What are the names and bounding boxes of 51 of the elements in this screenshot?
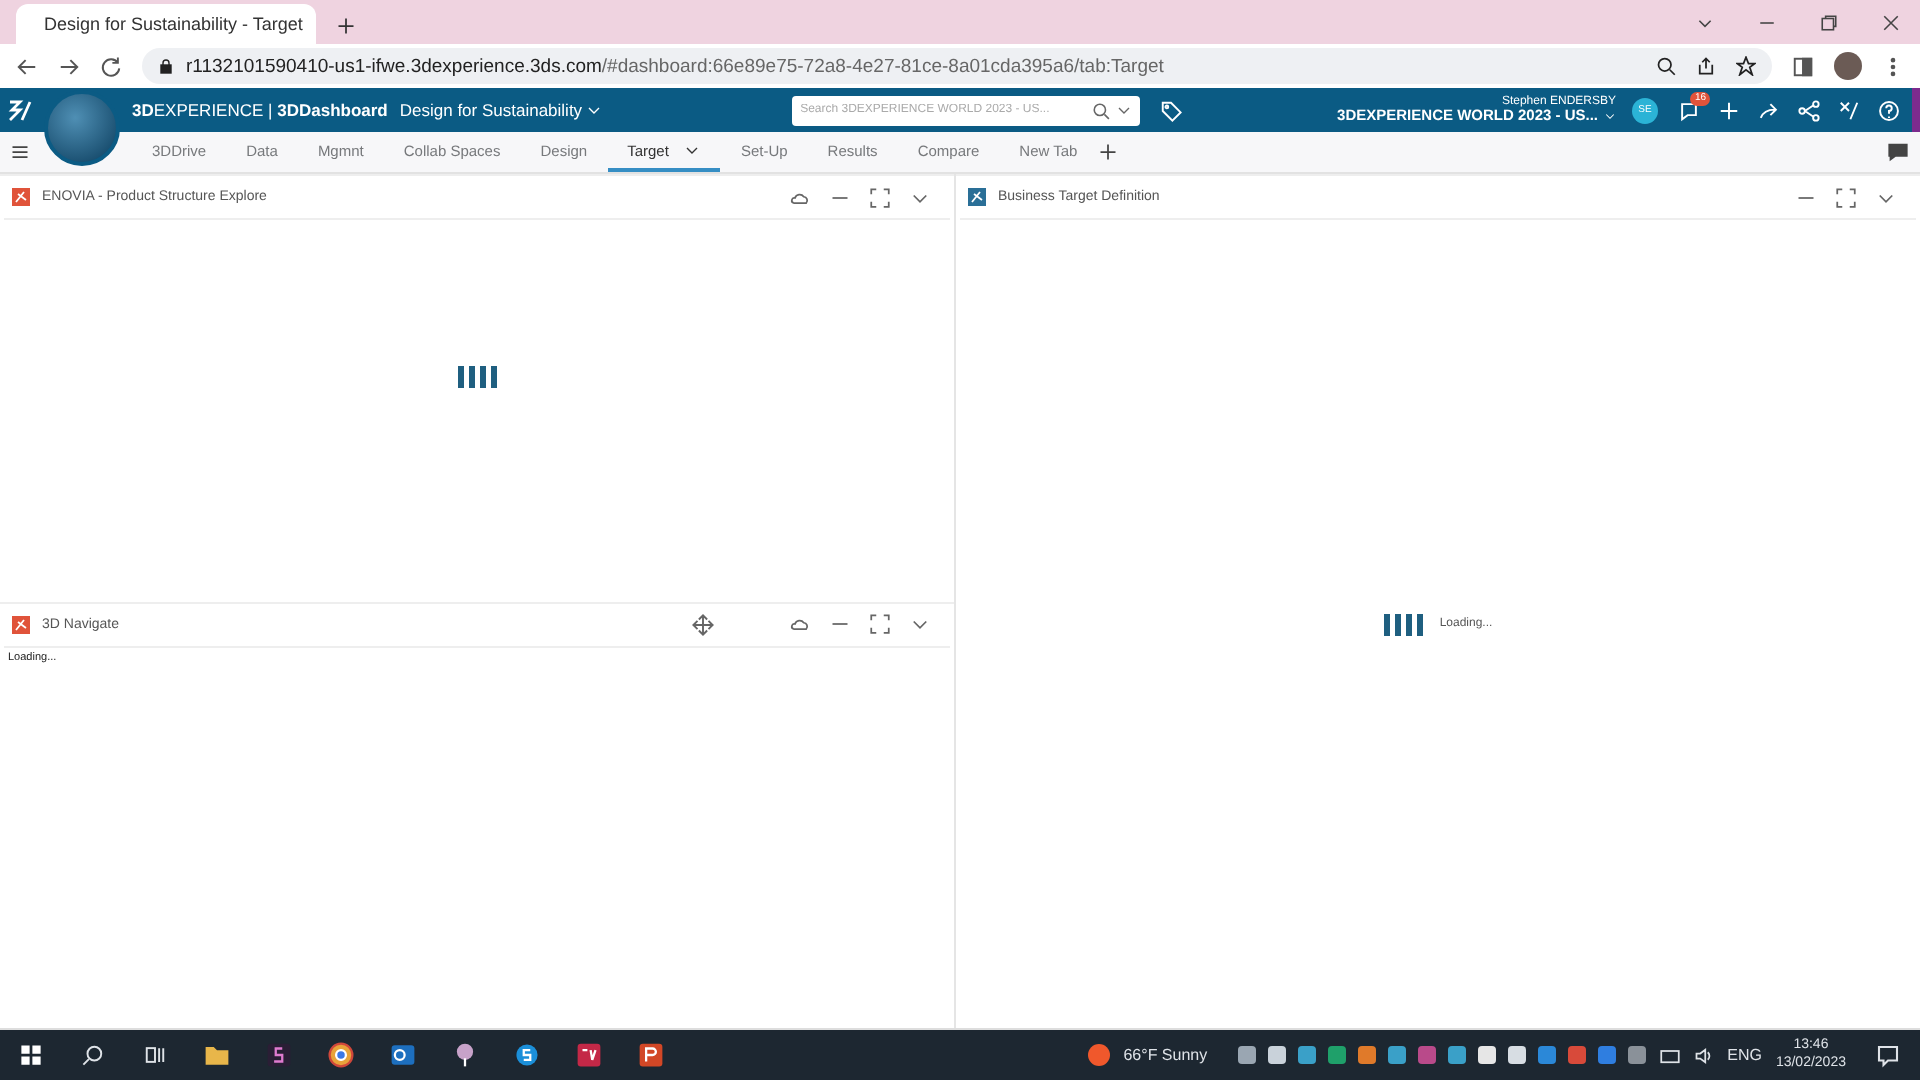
chevron-down-icon[interactable] <box>586 102 603 118</box>
search-icon[interactable] <box>1092 101 1111 119</box>
address-bar[interactable]: r1132101590410-us1-ifwe.3dexperience.3ds.com/#dashboard:66e89e75-72a8-4e27-81ce-8a01cda395a6/tab:Target <box>142 48 1772 84</box>
notifications-icon[interactable] <box>1876 1043 1900 1067</box>
weather-text[interactable]: 66°F Sunny <box>1123 1046 1208 1064</box>
weather-icon[interactable] <box>1087 1044 1110 1066</box>
plus-icon[interactable] <box>1718 99 1740 121</box>
forward-icon[interactable] <box>58 55 80 77</box>
chevron-down-icon[interactable] <box>1604 110 1616 122</box>
profile-avatar[interactable] <box>1834 52 1862 80</box>
cloud-icon[interactable] <box>790 614 810 634</box>
add-tab-icon[interactable] <box>1097 142 1118 162</box>
help-icon[interactable] <box>1878 99 1900 121</box>
close-icon[interactable] <box>1882 13 1900 31</box>
zoom-icon[interactable] <box>1656 56 1676 76</box>
star-icon[interactable] <box>1736 56 1756 76</box>
mail-app-icon[interactable] <box>390 1042 416 1068</box>
chat-app-icon[interactable] <box>514 1042 540 1068</box>
tag-icon[interactable] <box>1160 99 1183 121</box>
maximize-icon[interactable] <box>870 187 890 207</box>
slides-app-icon[interactable] <box>638 1042 664 1068</box>
task-view-icon[interactable] <box>144 1044 166 1066</box>
dashboard-selector[interactable]: Design for Sustainability <box>399 100 603 120</box>
windows-icon[interactable] <box>20 1044 42 1066</box>
chat-bubble-icon[interactable] <box>1678 99 1700 121</box>
app-title: 3DEXPERIENCE | 3DDashboard <box>132 100 388 120</box>
language-indicator[interactable]: ENG <box>1727 1046 1762 1064</box>
maximize-icon[interactable] <box>870 614 890 634</box>
share-arrow-icon[interactable] <box>1758 99 1780 121</box>
volume-icon[interactable] <box>1693 1045 1714 1065</box>
s-app-icon[interactable] <box>266 1042 292 1068</box>
menu-icon[interactable] <box>10 142 30 162</box>
reload-icon[interactable] <box>100 55 122 77</box>
loading-spinner-icon <box>1383 613 1424 635</box>
browser-tab[interactable]: Design for Sustainability - Target <box>16 4 316 44</box>
restore-icon[interactable] <box>1820 13 1838 31</box>
browser-icon[interactable] <box>328 1042 354 1068</box>
cad-app-icon[interactable] <box>576 1042 602 1068</box>
sidebar-icon[interactable] <box>1792 55 1814 77</box>
share-icon[interactable] <box>1696 56 1716 76</box>
folder-icon[interactable] <box>204 1042 230 1068</box>
back-icon[interactable] <box>16 55 38 77</box>
search-icon[interactable] <box>82 1044 104 1066</box>
comment-icon[interactable] <box>1888 142 1908 162</box>
new-tab-icon[interactable] <box>336 16 356 36</box>
chevron-down-icon[interactable] <box>1116 102 1133 118</box>
loading-spinner-icon <box>457 366 497 389</box>
maximize-icon[interactable] <box>1836 187 1856 207</box>
chevron-down-icon[interactable] <box>684 142 701 158</box>
lock-icon <box>158 58 174 74</box>
move-icon[interactable] <box>692 613 714 635</box>
